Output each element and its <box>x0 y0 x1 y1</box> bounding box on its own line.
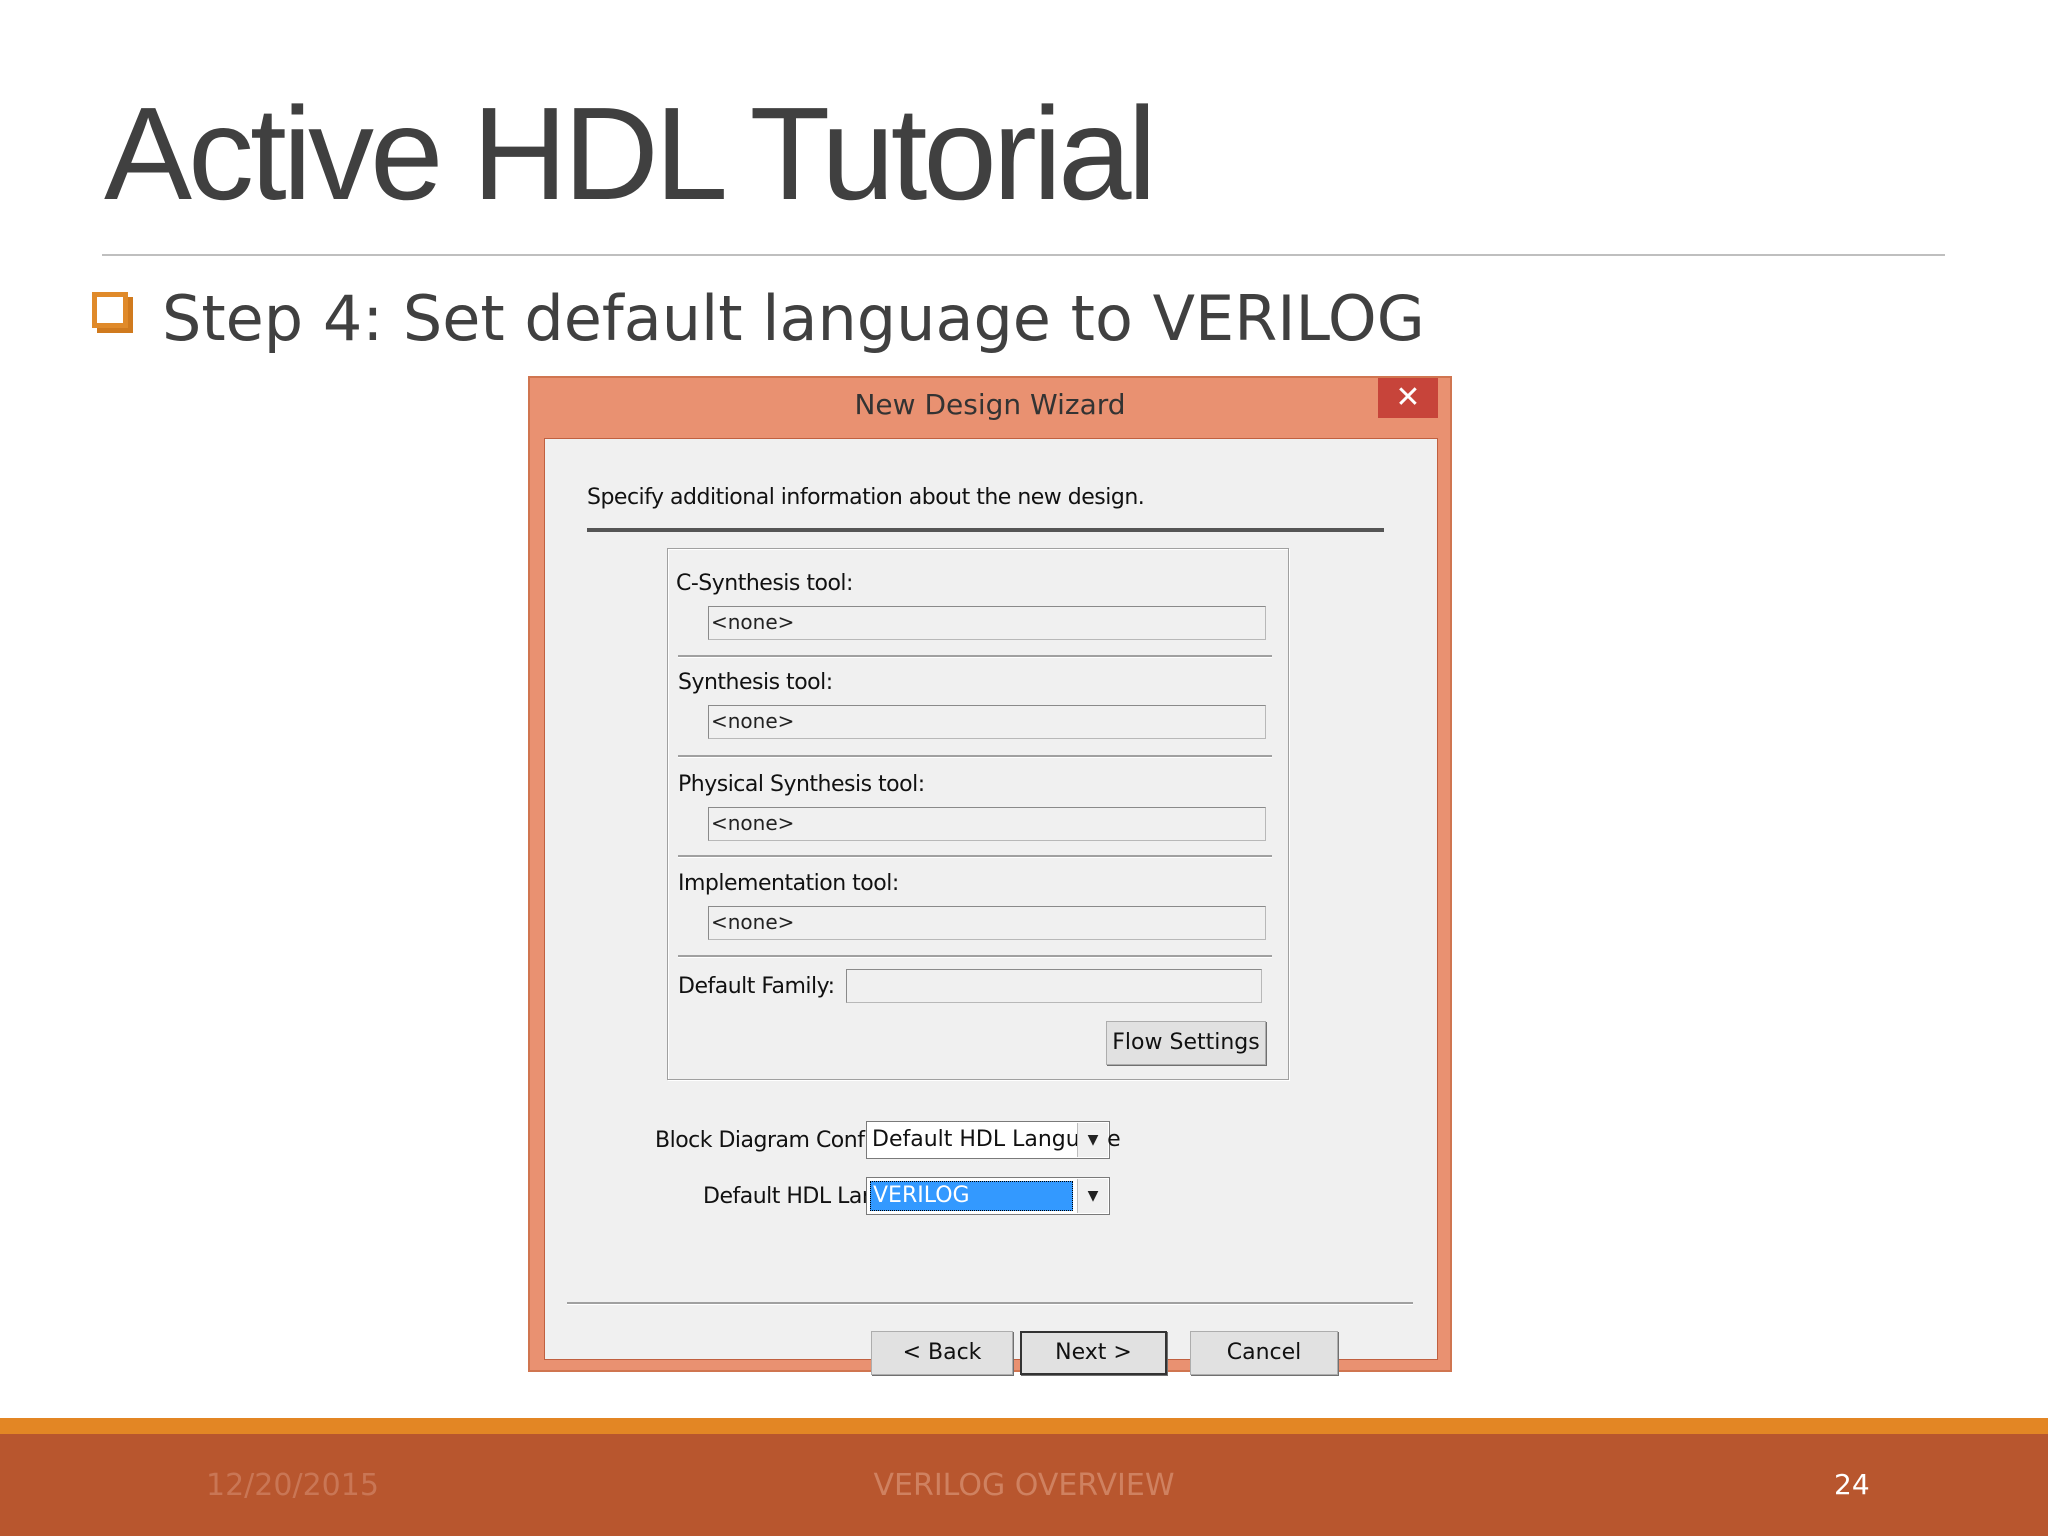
button-divider <box>567 1302 1413 1305</box>
cancel-button[interactable]: Cancel <box>1190 1331 1338 1375</box>
slide-title: Active HDL Tutorial <box>104 80 1157 227</box>
dialog-client-area: Specify additional information about the… <box>544 438 1438 1375</box>
instruction-divider <box>587 528 1384 532</box>
close-icon[interactable]: ✕ <box>1378 378 1438 418</box>
separator <box>678 955 1272 958</box>
footer-accent-stripe <box>0 1418 2048 1434</box>
physical-synthesis-field[interactable]: <none> <box>708 807 1266 841</box>
instruction-text: Specify additional information about the… <box>587 485 1145 510</box>
c-synthesis-label: C-Synthesis tool: <box>676 571 853 596</box>
new-design-wizard-dialog: New Design Wizard ✕ Specify additional i… <box>528 376 1452 1375</box>
synthesis-field[interactable]: <none> <box>708 705 1266 739</box>
hollow-square-icon <box>92 292 128 328</box>
next-button[interactable]: Next > <box>1020 1331 1167 1375</box>
tools-group: C-Synthesis tool: <none> Synthesis tool:… <box>667 548 1289 1080</box>
back-button[interactable]: < Back <box>871 1331 1013 1375</box>
default-family-label: Default Family: <box>678 974 835 999</box>
separator <box>678 655 1272 658</box>
c-synthesis-field[interactable]: <none> <box>708 606 1266 640</box>
bullet-text: Step 4: Set default language to VERILOG <box>162 282 1425 355</box>
flow-settings-button[interactable]: Flow Settings <box>1106 1021 1266 1065</box>
hdl-language-select[interactable]: VERILOG ▼ <box>866 1177 1110 1215</box>
default-family-field[interactable] <box>846 969 1262 1003</box>
synthesis-label: Synthesis tool: <box>678 670 833 695</box>
implementation-label: Implementation tool: <box>678 871 899 896</box>
dialog-title: New Design Wizard <box>854 388 1126 421</box>
chevron-down-icon[interactable]: ▼ <box>1077 1179 1108 1213</box>
chevron-down-icon[interactable]: ▼ <box>1077 1123 1108 1157</box>
separator <box>678 755 1272 758</box>
title-divider <box>102 254 1945 256</box>
hdl-language-value: VERILOG <box>870 1181 1073 1211</box>
separator <box>678 855 1272 858</box>
block-diagram-select[interactable]: Default HDL Language ▼ <box>866 1121 1121 1159</box>
slide-number: 24 <box>1834 1468 1870 1501</box>
implementation-field[interactable]: <none> <box>708 906 1266 940</box>
physical-synthesis-label: Physical Synthesis tool: <box>678 772 925 797</box>
footer-title: VERILOG OVERVIEW <box>873 1468 1175 1503</box>
